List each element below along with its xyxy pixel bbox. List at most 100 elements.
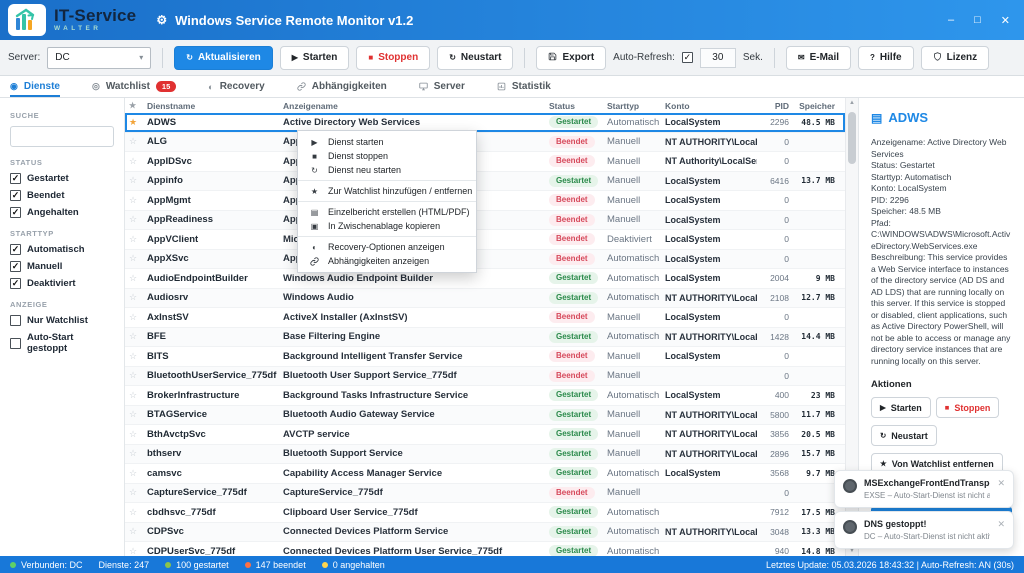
menu-item-dienst-starten[interactable]: ▶Dienst starten (298, 135, 476, 149)
detail-start-button[interactable]: ▶ Starten (871, 397, 931, 418)
close-icon[interactable]: ✕ (997, 478, 1005, 500)
email-button[interactable]: ✉ E-Mail (786, 46, 851, 70)
watchlist-star-icon[interactable]: ☆ (125, 312, 141, 323)
menu-item-abhängigkeiten-anzeigen[interactable]: Abhängigkeiten anzeigen (298, 254, 476, 268)
tab-statistik[interactable]: Statistik (497, 76, 551, 97)
column-header-dienstname[interactable]: Dienstname (141, 101, 277, 111)
menu-item-dienst-stoppen[interactable]: ■Dienst stoppen (298, 149, 476, 163)
table-row[interactable]: ☆AxInstSVActiveX Installer (AxInstSV)Bee… (125, 308, 845, 328)
table-row[interactable]: ☆CaptureService_775dfCaptureService_775d… (125, 484, 845, 504)
license-button[interactable]: Lizenz (921, 46, 990, 70)
start-button[interactable]: ▶ Starten (280, 46, 350, 70)
table-row[interactable]: ☆BluetoothUserService_775dfBluetooth Use… (125, 367, 845, 387)
filter-checkbox-auto-start-gestoppt[interactable]: Auto-Start gestoppt (10, 332, 114, 354)
table-row[interactable]: ☆ALGApplication Layer Gateway ServiceBee… (125, 133, 845, 153)
watchlist-star-icon[interactable]: ☆ (125, 390, 141, 401)
table-row[interactable]: ☆AppMgmtApplication ManagementBeendetMan… (125, 191, 845, 211)
table-row[interactable]: ★ADWSActive Directory Web ServicesGestar… (125, 113, 845, 133)
watchlist-star-icon[interactable]: ☆ (125, 351, 141, 362)
checkbox[interactable]: ✓ (10, 190, 21, 201)
column-header-speicher[interactable]: Speicher (791, 101, 841, 111)
help-button[interactable]: ? Hilfe (858, 46, 914, 70)
menu-item-in-zwischenablage-kopieren[interactable]: ▣In Zwischenablage kopieren (298, 219, 476, 233)
watchlist-star-icon[interactable]: ☆ (125, 448, 141, 459)
watchlist-star-icon[interactable]: ☆ (125, 195, 141, 206)
watchlist-star-icon[interactable]: ★ (125, 117, 141, 128)
checkbox[interactable]: ✓ (10, 244, 21, 255)
checkbox[interactable] (10, 315, 21, 326)
detail-restart-button[interactable]: ↻ Neustart (871, 425, 937, 446)
filter-checkbox-beendet[interactable]: ✓Beendet (10, 190, 114, 201)
watchlist-star-icon[interactable]: ☆ (125, 175, 141, 186)
watchlist-star-icon[interactable]: ☆ (125, 526, 141, 537)
checkbox[interactable] (10, 338, 21, 349)
watchlist-star-icon[interactable]: ☆ (125, 136, 141, 147)
menu-item-dienst-neu-starten[interactable]: ↻Dienst neu starten (298, 163, 476, 177)
table-row[interactable]: ☆CDPUserSvc_775dfConnected Devices Platf… (125, 542, 845, 556)
table-row[interactable]: ☆AppVClientMicrosoft App-V ClientBeendet… (125, 230, 845, 250)
checkbox[interactable]: ✓ (10, 207, 21, 218)
filter-checkbox-angehalten[interactable]: ✓Angehalten (10, 207, 114, 218)
column-header-konto[interactable]: Konto (659, 101, 757, 111)
autorefresh-checkbox[interactable]: ✓ (682, 52, 693, 63)
watchlist-star-icon[interactable]: ☆ (125, 331, 141, 342)
menu-item-zur-watchlist-hinzufügen-entfernen[interactable]: ★Zur Watchlist hinzufügen / entfernen (298, 184, 476, 198)
tab-abhängigkeiten[interactable]: Abhängigkeiten (297, 76, 387, 97)
checkbox[interactable]: ✓ (10, 278, 21, 289)
menu-item-einzelbericht-erstellen-html-pdf-[interactable]: ▤Einzelbericht erstellen (HTML/PDF) (298, 205, 476, 219)
table-row[interactable]: ☆BthAvctpSvcAVCTP serviceGestartetManuel… (125, 425, 845, 445)
table-row[interactable]: ☆BITSBackground Intelligent Transfer Ser… (125, 347, 845, 367)
export-button[interactable]: Export (536, 46, 606, 70)
watchlist-star-icon[interactable]: ☆ (125, 468, 141, 479)
table-row[interactable]: ☆cbdhsvc_775dfClipboard User Service_775… (125, 503, 845, 523)
column-header-anzeigename[interactable]: Anzeigename (277, 101, 543, 111)
watchlist-star-icon[interactable]: ☆ (125, 292, 141, 303)
table-row[interactable]: ☆camsvcCapability Access Manager Service… (125, 464, 845, 484)
table-row[interactable]: ☆AppIDSvcApplication IdentityBeendetManu… (125, 152, 845, 172)
watchlist-star-icon[interactable]: ☆ (125, 214, 141, 225)
minimize-button[interactable]: – (948, 14, 954, 26)
tab-recovery[interactable]: ◐Recovery (208, 76, 264, 97)
watchlist-star-icon[interactable]: ☆ (125, 429, 141, 440)
filter-checkbox-gestartet[interactable]: ✓Gestartet (10, 173, 114, 184)
checkbox[interactable]: ✓ (10, 173, 21, 184)
search-input[interactable] (10, 126, 114, 147)
table-row[interactable]: ☆AudiosrvWindows AudioGestartetAutomatis… (125, 289, 845, 309)
checkbox[interactable]: ✓ (10, 261, 21, 272)
menu-item-recovery-optionen-anzeigen[interactable]: ◐Recovery-Optionen anzeigen (298, 240, 476, 254)
table-row[interactable]: ☆BFEBase Filtering EngineGestartetAutoma… (125, 328, 845, 348)
table-row[interactable]: ☆AudioEndpointBuilderWindows Audio Endpo… (125, 269, 845, 289)
watchlist-star-icon[interactable]: ☆ (125, 156, 141, 167)
filter-checkbox-automatisch[interactable]: ✓Automatisch (10, 244, 114, 255)
tab-server[interactable]: Server (419, 76, 465, 97)
restart-button[interactable]: ↻ Neustart (437, 46, 513, 70)
table-row[interactable]: ☆bthservBluetooth Support ServiceGestart… (125, 445, 845, 465)
table-row[interactable]: ☆AppReadinessApp ReadinessBeendetManuell… (125, 211, 845, 231)
watchlist-star-icon[interactable]: ☆ (125, 234, 141, 245)
table-row[interactable]: ☆CDPSvcConnected Devices Platform Servic… (125, 523, 845, 543)
stop-button[interactable]: ■ Stoppen (356, 46, 430, 70)
table-row[interactable]: ☆BTAGServiceBluetooth Audio Gateway Serv… (125, 406, 845, 426)
server-select[interactable]: DC ▾ (47, 47, 151, 69)
column-header-star[interactable]: ★ (125, 101, 141, 110)
filter-checkbox-deaktiviert[interactable]: ✓Deaktiviert (10, 278, 114, 289)
column-header-status[interactable]: Status (543, 101, 601, 111)
column-header-pid[interactable]: PID (757, 101, 791, 111)
column-header-starttyp[interactable]: Starttyp (601, 101, 659, 111)
table-row[interactable]: ☆BrokerInfrastructureBackground Tasks In… (125, 386, 845, 406)
close-icon[interactable]: ✕ (997, 519, 1005, 541)
watchlist-star-icon[interactable]: ☆ (125, 546, 141, 556)
close-button[interactable]: ✕ (1001, 14, 1010, 27)
table-row[interactable]: ☆AppXSvcAppX Deployment Service (AppXSVC… (125, 250, 845, 270)
scroll-up-icon[interactable]: ▲ (846, 98, 858, 108)
watchlist-star-icon[interactable]: ☆ (125, 273, 141, 284)
watchlist-star-icon[interactable]: ☆ (125, 409, 141, 420)
table-row[interactable]: ☆AppinfoApplication InformationGestartet… (125, 172, 845, 192)
detail-stop-button[interactable]: ■ Stoppen (936, 397, 1000, 418)
watchlist-star-icon[interactable]: ☆ (125, 487, 141, 498)
watchlist-star-icon[interactable]: ☆ (125, 507, 141, 518)
watchlist-star-icon[interactable]: ☆ (125, 253, 141, 264)
filter-checkbox-manuell[interactable]: ✓Manuell (10, 261, 114, 272)
filter-checkbox-nur-watchlist[interactable]: Nur Watchlist (10, 315, 114, 326)
tab-dienste[interactable]: ◉Dienste (10, 76, 60, 97)
